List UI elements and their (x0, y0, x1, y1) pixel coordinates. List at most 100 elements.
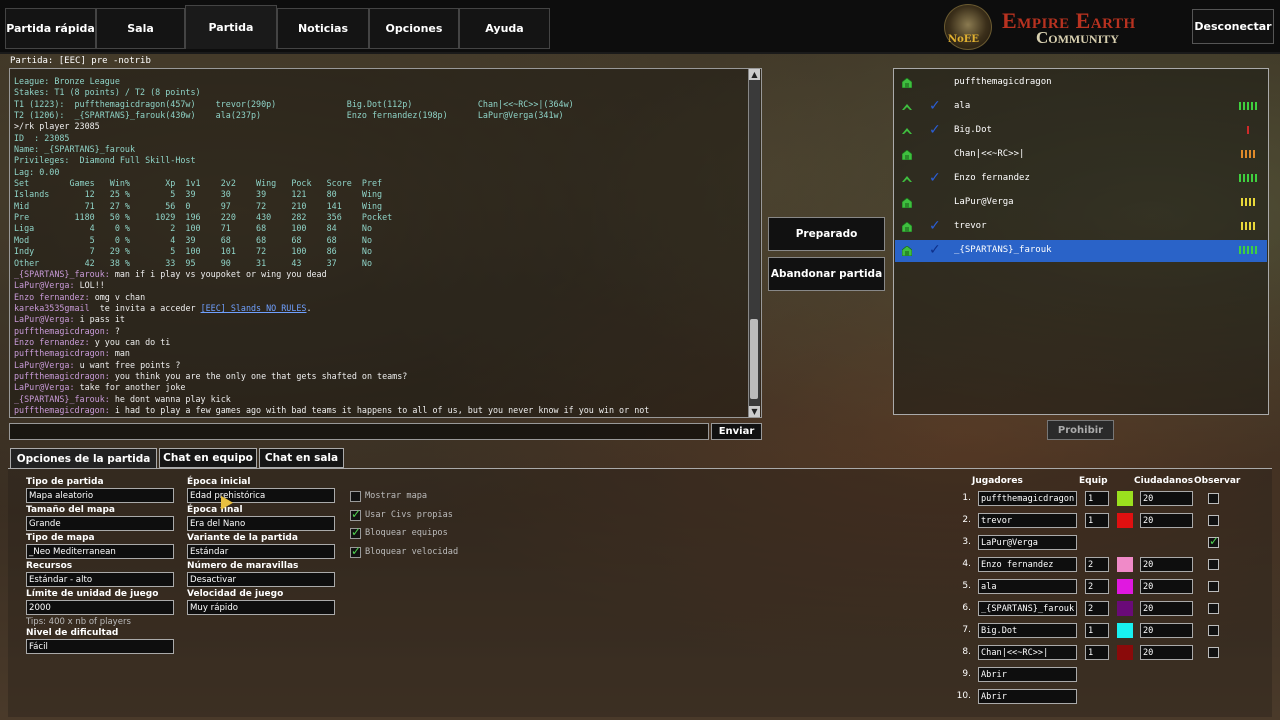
slot-team-field[interactable]: 1 (1085, 513, 1109, 528)
slot-color-swatch[interactable] (1117, 557, 1133, 572)
unit-limit-field[interactable]: 2000 (26, 600, 174, 615)
chat-text: League: Bronze League (14, 76, 120, 86)
player-name: trevor (954, 221, 987, 231)
player-row[interactable]: ✓ _{SPARTANS}_farouk (895, 240, 1267, 262)
player-row[interactable]: ✓ trevor (895, 216, 1267, 238)
chat-author: kareka3535gmail (14, 302, 95, 313)
resources-select[interactable]: Estándar - alto (26, 572, 174, 587)
slot-observe-checkbox[interactable] (1208, 581, 1219, 592)
chat-scrollbar[interactable]: ▲ ▼ (748, 69, 760, 417)
slot-observe-checkbox[interactable] (1208, 515, 1219, 526)
end-epoch-select[interactable]: Era del Nano (187, 516, 335, 531)
chat-line: puffthemagicdragon: ? (14, 326, 749, 337)
tab-lobby[interactable]: Sala (96, 8, 185, 49)
slot-player-field[interactable]: _{SPARTANS}_farouk (978, 601, 1077, 616)
chat-text: Other 42 38 % 33 95 90 31 43 37 No (14, 257, 372, 268)
slot-observe-checkbox[interactable] (1208, 647, 1219, 658)
tab-game-options[interactable]: Opciones de la partida (10, 448, 157, 469)
tab-news[interactable]: Noticias (277, 8, 369, 49)
slot-color-swatch[interactable] (1117, 623, 1133, 638)
ready-button[interactable]: Preparado (768, 217, 885, 251)
game-type-select[interactable]: Mapa aleatorio (26, 488, 174, 503)
slot-color-swatch[interactable] (1117, 579, 1133, 594)
option-checkbox[interactable] (350, 507, 361, 521)
game-variant-select[interactable]: Estándar (187, 544, 335, 559)
player-row[interactable]: Chan|<<~RC>>| (895, 144, 1267, 166)
slot-citizens-field[interactable]: 20 (1140, 623, 1193, 638)
tab-options[interactable]: Opciones (369, 8, 459, 49)
host-house-icon (902, 246, 912, 256)
option-checkbox[interactable] (350, 525, 361, 539)
player-row[interactable]: ✓ ala (895, 96, 1267, 118)
player-row[interactable]: ✓ Enzo fernandez (895, 168, 1267, 190)
slot-team-field[interactable]: 2 (1085, 601, 1109, 616)
chat-text: Mid 71 27 % 56 0 97 72 210 141 Wing (14, 200, 383, 211)
wonders-label: Número de maravillas (187, 561, 299, 571)
scroll-thumb[interactable] (750, 319, 758, 399)
slot-citizens-field[interactable]: 20 (1140, 491, 1193, 506)
slot-team-field[interactable]: 1 (1085, 645, 1109, 660)
chat-log[interactable]: League: Bronze League Stakes: T1 (8 point… (9, 68, 762, 418)
scroll-down-icon[interactable]: ▼ (749, 406, 760, 417)
slot-citizens-field[interactable]: 20 (1140, 579, 1193, 594)
slot-observe-checkbox[interactable] (1208, 559, 1219, 570)
map-size-select[interactable]: Grande (26, 516, 174, 531)
difficulty-select[interactable]: Fácil (26, 639, 174, 654)
slot-number: 4. (962, 559, 971, 569)
send-button[interactable]: Enviar (711, 423, 762, 440)
chat-line: puffthemagicdragon: you think you are th… (14, 371, 749, 382)
chat-text: . (306, 302, 312, 313)
slot-player-field[interactable]: Chan|<<~RC>>| (978, 645, 1077, 660)
start-epoch-select[interactable]: Edad prehistórica (187, 488, 335, 503)
slot-player-field[interactable]: trevor (978, 513, 1077, 528)
player-row[interactable]: ✓ Big.Dot (895, 120, 1267, 142)
slot-player-field[interactable]: Enzo fernandez (978, 557, 1077, 572)
ban-button[interactable]: Prohibir (1047, 420, 1114, 440)
slot-player-field[interactable]: Big.Dot (978, 623, 1077, 638)
slot-color-swatch[interactable] (1117, 513, 1133, 528)
slot-observe-checkbox[interactable] (1208, 625, 1219, 636)
player-row[interactable]: puffthemagicdragon (895, 72, 1267, 94)
tab-team-chat[interactable]: Chat en equipo (159, 448, 257, 468)
slot-color-swatch[interactable] (1117, 645, 1133, 660)
slot-citizens-field[interactable]: 20 (1140, 557, 1193, 572)
slot-player-field[interactable]: Abrir (978, 667, 1077, 682)
option-checkbox[interactable] (350, 544, 361, 558)
player-name: puffthemagicdragon (954, 77, 1052, 87)
host-house-icon (902, 222, 912, 232)
slot-citizens-field[interactable]: 20 (1140, 513, 1193, 528)
slot-color-swatch[interactable] (1117, 601, 1133, 616)
slot-player-field[interactable]: ala (978, 579, 1077, 594)
wonders-select[interactable]: Desactivar (187, 572, 335, 587)
map-type-select[interactable]: _Neo Mediterranean (26, 544, 174, 559)
disconnect-button[interactable]: Desconectar (1192, 9, 1274, 44)
slot-team-field[interactable]: 1 (1085, 623, 1109, 638)
slot-observe-checkbox[interactable] (1208, 603, 1219, 614)
resources-label: Recursos (26, 561, 73, 571)
slot-player-field[interactable]: puffthemagicdragon (978, 491, 1077, 506)
chat-line: Set Games Win% Xp 1v1 2v2 Wing Pock Scor… (14, 178, 749, 189)
slot-citizens-field[interactable]: 20 (1140, 645, 1193, 660)
player-list[interactable]: puffthemagicdragon ✓ ala ✓ Big.Dot Chan|<<~RC… (893, 68, 1269, 415)
slot-observe-checkbox[interactable] (1208, 493, 1219, 504)
chat-invite-link[interactable]: [EEC] Slands NO RULES (201, 303, 307, 313)
tab-quick-match[interactable]: Partida rápida (5, 8, 96, 49)
tab-help[interactable]: Ayuda (459, 8, 550, 49)
slot-player-field[interactable]: Abrir (978, 689, 1077, 704)
slot-player-field[interactable]: LaPur@Verga (978, 535, 1077, 550)
leave-game-button[interactable]: Abandonar partida (768, 257, 885, 291)
slot-team-field[interactable]: 2 (1085, 579, 1109, 594)
chat-line: T1 (1223): puffthemagicdragon(457w) trev… (14, 99, 749, 110)
tab-game[interactable]: Partida (185, 5, 277, 49)
tab-room-chat[interactable]: Chat en sala (259, 448, 344, 468)
slot-observe-checkbox[interactable] (1208, 534, 1219, 548)
player-row[interactable]: LaPur@Verga (895, 192, 1267, 214)
slot-citizens-field[interactable]: 20 (1140, 601, 1193, 616)
slot-team-field[interactable]: 1 (1085, 491, 1109, 506)
chat-input[interactable] (9, 423, 709, 440)
slot-team-field[interactable]: 2 (1085, 557, 1109, 572)
scroll-up-icon[interactable]: ▲ (749, 69, 760, 80)
game-speed-select[interactable]: Muy rápido (187, 600, 335, 615)
slot-color-swatch[interactable] (1117, 491, 1133, 506)
option-checkbox[interactable] (350, 491, 361, 502)
